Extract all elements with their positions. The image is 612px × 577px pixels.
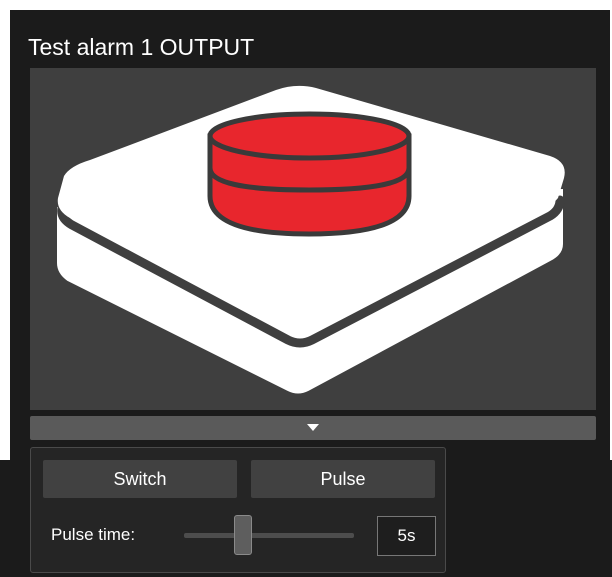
pulse-time-slider-handle[interactable] — [234, 515, 252, 555]
expand-toggle-bar[interactable] — [30, 416, 596, 440]
pulse-time-label: Pulse time: — [51, 525, 136, 544]
panel-title: Test alarm 1 OUTPUT — [28, 34, 255, 60]
pulse-button[interactable]: Pulse — [251, 460, 435, 498]
pulse-time-value[interactable]: 5s — [377, 516, 436, 556]
red-push-button-icon — [57, 85, 565, 394]
pulse-time-slider-track[interactable] — [184, 533, 354, 538]
output-control-popup: Switch Pulse Pulse time: 5s — [30, 447, 446, 573]
triangle-down-icon — [307, 424, 319, 431]
output-image — [30, 68, 596, 410]
switch-button[interactable]: Switch — [43, 460, 237, 498]
io-output-widget: Test alarm 1 OUTPUT Switch Pulse Pulse t… — [0, 0, 612, 577]
